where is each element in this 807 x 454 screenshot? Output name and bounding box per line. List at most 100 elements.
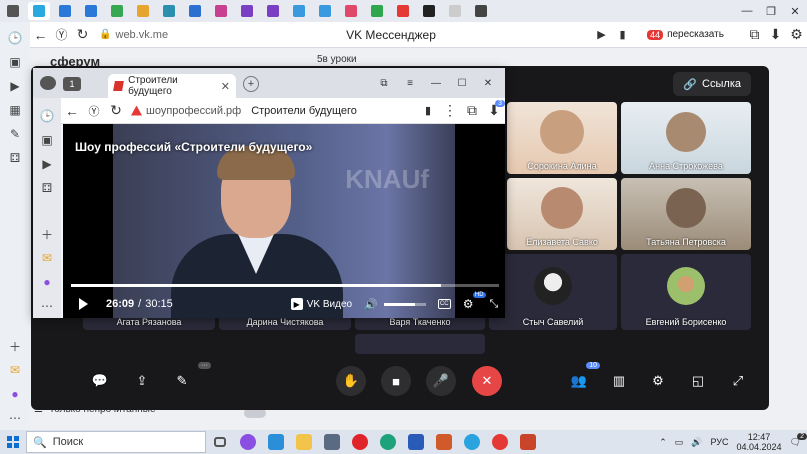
reader-icon[interactable]: Ⓨ	[83, 100, 105, 122]
tab-counter[interactable]: 1	[63, 77, 81, 91]
camera-toggle-icon[interactable]: ■	[381, 366, 411, 396]
edge-icon[interactable]	[374, 430, 402, 454]
alice-taskbar-icon[interactable]	[234, 430, 262, 454]
clock-icon[interactable]: 🕒	[5, 28, 25, 48]
reader-icon[interactable]: Ⓨ	[51, 24, 72, 46]
apps-icon[interactable]: ⚃	[37, 178, 57, 198]
reload-icon[interactable]: ↻	[72, 24, 93, 46]
browser-tab[interactable]	[54, 2, 76, 20]
task-view-icon[interactable]	[206, 430, 234, 454]
camera-icon[interactable]: ▶	[591, 24, 612, 46]
add-icon[interactable]: ＋	[37, 224, 57, 244]
word-icon[interactable]	[402, 430, 430, 454]
downloads-icon[interactable]: ⬇	[765, 24, 786, 46]
participant-tile[interactable]: Евгений Борисенко	[621, 254, 751, 330]
taskbar-search[interactable]: 🔍 Поиск	[26, 431, 206, 453]
browser-tab[interactable]	[184, 2, 206, 20]
video-progress-bar[interactable]	[71, 284, 499, 287]
browser-tab[interactable]	[210, 2, 232, 20]
volume-icon[interactable]: 🔊	[364, 298, 378, 311]
fullscreen-icon[interactable]: ⤢	[723, 366, 753, 396]
back-icon[interactable]: ←	[61, 100, 83, 122]
browser-tab[interactable]	[366, 2, 388, 20]
new-tab-icon[interactable]: +	[243, 76, 259, 92]
calendar-icon[interactable]: ▦	[5, 100, 25, 120]
browser-tab[interactable]	[158, 2, 180, 20]
bookmark-icon[interactable]: ▮	[417, 100, 439, 122]
back-icon[interactable]: ←	[30, 24, 51, 46]
retell-button[interactable]: 44 пересказать	[641, 27, 730, 42]
browser-tab[interactable]	[2, 2, 24, 20]
apps-icon[interactable]: ⚃	[5, 148, 25, 168]
browser-tab[interactable]	[340, 2, 362, 20]
chevron-up-icon[interactable]: ⌃	[659, 437, 667, 448]
opera-icon[interactable]	[346, 430, 374, 454]
browser-logo-icon[interactable]	[40, 76, 56, 90]
notes-icon[interactable]: ✎	[5, 124, 25, 144]
participant-tile[interactable]	[355, 334, 485, 354]
photos-icon[interactable]	[262, 430, 290, 454]
close-tab-icon[interactable]: ✕	[221, 80, 230, 93]
more-icon[interactable]: ⋯	[5, 408, 25, 428]
play-icon[interactable]	[79, 298, 88, 310]
alice-icon[interactable]: ●	[37, 272, 57, 292]
share-icon[interactable]: ⧉	[461, 100, 483, 122]
collections-icon[interactable]: ▣	[5, 52, 25, 72]
link-button[interactable]: 🔗 Ссылка	[673, 72, 751, 96]
browser-tab[interactable]	[28, 2, 50, 20]
participant-tile[interactable]: Татьяна Петровска	[621, 178, 751, 250]
participant-tile[interactable]: Елизавета Савко	[507, 178, 617, 250]
chat-icon[interactable]: 💬	[85, 366, 115, 396]
add-icon[interactable]: ＋	[5, 336, 25, 356]
fullscreen-icon[interactable]: ⤡	[490, 298, 499, 311]
participants-icon[interactable]: 👥 10	[564, 362, 600, 396]
url-host[interactable]: шоупрофессий.рф	[146, 105, 241, 117]
collections-icon[interactable]: ▣	[37, 130, 57, 150]
warning-icon[interactable]	[131, 105, 142, 116]
pip-icon[interactable]: ◱	[683, 366, 713, 396]
file-explorer-icon[interactable]	[290, 430, 318, 454]
language-indicator[interactable]: РУС	[710, 437, 728, 447]
browser-tab[interactable]	[262, 2, 284, 20]
minimize-icon[interactable]: —	[423, 74, 449, 92]
volume-slider[interactable]	[383, 302, 426, 306]
yandex-browser-icon[interactable]	[486, 430, 514, 454]
settings-icon[interactable]: ⚙	[643, 366, 673, 396]
notifications-icon[interactable]: 🗨 2	[790, 432, 807, 448]
play-icon[interactable]: ▶	[37, 154, 57, 174]
start-button[interactable]	[0, 430, 26, 454]
tab-builders-of-future[interactable]: Строители будущего ✕	[108, 74, 236, 98]
participant-tile[interactable]: Стыч Савелий	[489, 254, 617, 330]
browser-tab[interactable]	[314, 2, 336, 20]
network-icon[interactable]: ▭	[675, 437, 684, 448]
browser-tab[interactable]	[80, 2, 102, 20]
browser-tab[interactable]	[288, 2, 310, 20]
hang-up-icon[interactable]: ✕	[472, 366, 502, 396]
vk-video-logo[interactable]: ▶ VK Видео	[290, 298, 352, 310]
restore-icon[interactable]: ❐	[759, 2, 783, 20]
subtitles-icon[interactable]: CC	[437, 299, 451, 309]
browser-tab[interactable]	[444, 2, 466, 20]
participant-tile[interactable]: Анна Строкожева	[621, 102, 751, 174]
telegram-icon[interactable]	[458, 430, 486, 454]
chat-name[interactable]: 5в уроки	[317, 54, 357, 65]
gear-icon[interactable]: ⚙ HD	[463, 292, 486, 311]
volume-tray-icon[interactable]: 🔊	[691, 437, 702, 448]
browser-tab[interactable]	[470, 2, 492, 20]
menu-icon[interactable]: ≡	[397, 74, 423, 92]
mail-icon[interactable]: ✉	[5, 360, 25, 380]
clock-icon[interactable]: 🕒	[37, 106, 57, 126]
close-window-icon[interactable]: ✕	[783, 2, 807, 20]
microphone-icon[interactable]: 🎤	[426, 366, 456, 396]
powerpoint-icon[interactable]	[514, 430, 542, 454]
mail-icon[interactable]: ✉	[37, 248, 57, 268]
maximize-icon[interactable]: ☐	[449, 74, 475, 92]
screen-share-icon[interactable]: ⇪	[127, 366, 157, 396]
minimize-icon[interactable]: —	[735, 2, 759, 20]
reload-icon[interactable]: ↻	[105, 100, 127, 122]
url-field[interactable]: 🔒 web.vk.me VK Мессенджер	[99, 25, 591, 45]
share-icon[interactable]: ⧉	[744, 24, 765, 46]
participant-tile[interactable]: Сорокина Алина	[507, 102, 617, 174]
layout-icon[interactable]: ▥	[604, 366, 634, 396]
more-icon[interactable]: ⋯	[37, 296, 57, 316]
